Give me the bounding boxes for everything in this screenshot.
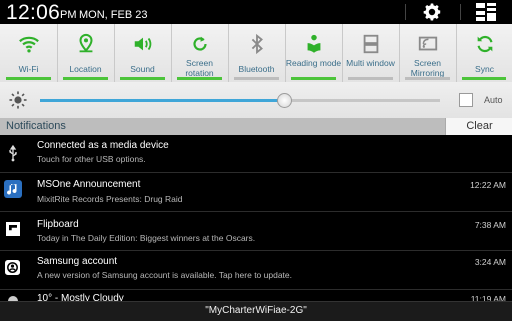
speaker-icon [134, 37, 152, 51]
date: MON, FEB 23 [79, 9, 148, 21]
notification-title: Connected as a media device [37, 140, 169, 151]
divider [405, 4, 406, 20]
sync-icon [477, 35, 493, 53]
samsung-account-icon [5, 260, 20, 275]
toggle-state-bar [291, 77, 336, 80]
toggle-label: Reading mode [285, 58, 342, 68]
notifications-header: Notifications Clear [0, 118, 512, 135]
toggle-screen-mirroring[interactable]: Screen Mirroring [399, 24, 457, 82]
notification-title: MSOne Announcement [37, 179, 141, 190]
notification-time: 7:38 AM [474, 220, 506, 230]
toggle-bluetooth[interactable]: Bluetooth [228, 24, 286, 82]
toggle-state-bar [120, 77, 165, 80]
clear-button[interactable]: Clear [445, 118, 512, 135]
brightness-slider[interactable] [40, 93, 440, 108]
toggle-multi-window[interactable]: Multi window [342, 24, 400, 82]
usb-icon [9, 144, 17, 162]
toggle-state-bar [462, 77, 506, 80]
clock-ampm: PM [60, 9, 77, 21]
flipboard-icon [6, 222, 20, 236]
toggle-label: Screen Mirroring [410, 58, 445, 78]
location-pin-icon [79, 33, 93, 53]
divider [460, 4, 461, 20]
toggle-location[interactable]: Location [57, 24, 115, 82]
notification-item[interactable]: MSOne Announcement MixitRite Records Pre… [0, 173, 512, 211]
notification-subtitle: A new version of Samsung account is avai… [37, 270, 293, 280]
notification-title: Flipboard [37, 219, 79, 230]
brightness-sun-icon [9, 91, 27, 109]
bluetooth-icon [251, 33, 263, 55]
notification-title: Samsung account [37, 256, 118, 267]
toggle-sound[interactable]: Sound [114, 24, 172, 82]
notifications-title: Notifications [6, 120, 66, 132]
notification-item[interactable]: Samsung account A new version of Samsung… [0, 251, 512, 289]
notification-item[interactable]: Connected as a media device Touch for ot… [0, 135, 512, 172]
toggle-label: Wi-Fi [18, 64, 39, 74]
toggle-label: Location [69, 64, 102, 74]
toggle-label: Screen rotation [185, 58, 214, 78]
toggle-label: Sound [130, 64, 155, 74]
notification-time: 3:24 AM [474, 257, 506, 267]
toggle-state-bar [63, 77, 108, 80]
toggle-reading-mode[interactable]: Reading mode [285, 24, 343, 82]
toggle-state-bar [6, 77, 51, 80]
brightness-control: Auto [0, 82, 512, 118]
toggle-state-bar [234, 77, 279, 80]
multi-window-icon [363, 34, 379, 54]
settings-gear-icon[interactable] [421, 1, 443, 23]
toggle-sync[interactable]: Sync [456, 24, 512, 82]
toggle-label: Multi window [346, 58, 395, 68]
toggle-state-bar [177, 77, 222, 80]
toggle-screen-rotation[interactable]: Screen rotation [171, 24, 229, 82]
notification-subtitle: Touch for other USB options. [37, 154, 146, 164]
notification-subtitle: MixitRite Records Presents: Drug Raid [37, 194, 183, 204]
wifi-icon [19, 36, 39, 53]
toast-message: "MyCharterWiFiae-2G" [0, 301, 512, 321]
toggle-state-bar [405, 77, 450, 80]
brightness-slider-fill [40, 99, 284, 102]
toast-text: "MyCharterWiFiae-2G" [205, 305, 307, 316]
toggle-label: Sync [475, 64, 494, 74]
music-note-icon [4, 180, 22, 198]
status-bar: 12:06 PM MON, FEB 23 [0, 0, 512, 24]
toggle-state-bar [348, 77, 393, 80]
notification-item[interactable]: Flipboard Today in The Daily Edition: Bi… [0, 212, 512, 250]
notification-subtitle: Today in The Daily Edition: Biggest winn… [37, 233, 256, 243]
grid-view-icon[interactable] [475, 2, 497, 22]
auto-brightness-label: Auto [484, 95, 503, 105]
rotation-icon [193, 36, 207, 51]
notification-time: 12:22 AM [470, 180, 506, 190]
brightness-slider-thumb[interactable] [277, 93, 292, 108]
screen-mirroring-icon [418, 36, 438, 51]
toggle-label: Bluetooth [238, 64, 275, 74]
quick-settings-panel: Wi-Fi Location Sound Screen rotation Blu… [0, 24, 512, 82]
auto-brightness-checkbox[interactable] [459, 93, 473, 107]
clock: 12:06 [6, 1, 61, 24]
reading-mode-icon [307, 34, 321, 53]
toggle-wifi[interactable]: Wi-Fi [0, 24, 58, 82]
